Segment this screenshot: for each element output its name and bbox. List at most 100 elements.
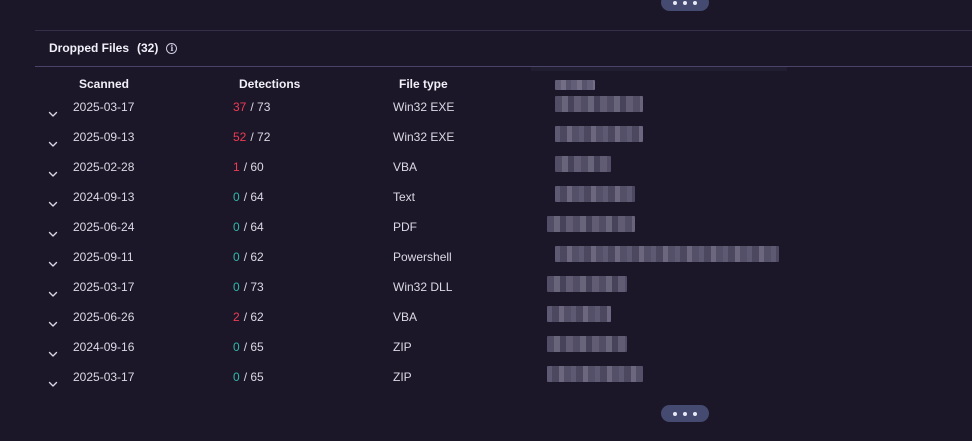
detection-total: / 64 [243,190,264,204]
chevron-down-icon[interactable] [47,228,59,240]
more-dot [673,0,677,5]
detection-total: / 72 [250,130,271,144]
redacted-file-name[interactable] [547,366,643,382]
redacted-file-name[interactable] [555,186,635,202]
table-row[interactable]: 2025-03-17 37/ 73 Win32 EXE [0,96,972,130]
redacted-file-name[interactable] [555,156,611,172]
chevron-down-icon[interactable] [47,348,59,360]
detection-count: 0 [233,370,240,384]
detections-cell: 0/ 64 [233,190,264,204]
more-dot [693,411,697,416]
file-type: ZIP [393,370,412,384]
file-type: Powershell [393,250,452,264]
scanned-date: 2025-03-17 [73,280,135,294]
redacted-file-name[interactable] [555,96,643,112]
section-count: (32) [137,41,159,55]
detection-count: 2 [233,310,240,324]
detections-cell: 0/ 73 [233,280,264,294]
chevron-down-icon[interactable] [47,318,59,330]
redacted-file-name[interactable] [547,306,611,322]
chevron-down-icon[interactable] [47,378,59,390]
scanned-date: 2025-02-28 [73,160,135,174]
detection-count: 0 [233,190,240,204]
table-row[interactable]: 2024-09-16 0/ 65 ZIP [0,336,972,370]
detections-cell: 2/ 62 [233,310,264,324]
more-dot [693,0,697,5]
show-more-button-bottom[interactable] [661,405,709,422]
detection-total: / 73 [243,280,264,294]
detection-total: / 65 [243,370,264,384]
detection-count: 1 [233,160,240,174]
table-row[interactable]: 2025-06-24 0/ 64 PDF [0,216,972,250]
section-header: Dropped Files (32) i [49,38,178,58]
scanned-date: 2025-03-17 [73,100,135,114]
detection-total: / 64 [243,220,264,234]
file-type: ZIP [393,340,412,354]
redacted-band [531,67,787,71]
redacted-file-name[interactable] [555,246,779,262]
show-more-button-top[interactable] [661,0,709,11]
chevron-down-icon[interactable] [47,288,59,300]
header-underline [35,66,972,67]
detection-count: 0 [233,220,240,234]
file-type: VBA [393,160,418,174]
dropped-files-panel: Dropped Files (32) i Scanned Detections … [0,0,972,441]
more-dot [683,0,687,5]
detection-count: 37 [233,100,247,114]
more-dot [673,411,677,416]
column-header-scanned[interactable]: Scanned [79,77,129,91]
table-row[interactable]: 2025-09-13 52/ 72 Win32 EXE [0,126,972,160]
table-row[interactable]: 2025-02-28 1/ 60 VBA [0,156,972,190]
chevron-down-icon[interactable] [47,108,59,120]
scanned-date: 2025-06-24 [73,220,135,234]
chevron-down-icon[interactable] [47,168,59,180]
scanned-date: 2025-03-17 [73,370,135,384]
chevron-down-icon[interactable] [47,198,59,210]
file-type: PDF [393,220,417,234]
redacted-file-name[interactable] [555,126,643,142]
file-type: Win32 EXE [393,100,455,114]
table-row[interactable]: 2025-06-26 2/ 62 VBA [0,306,972,340]
detection-count: 52 [233,130,247,144]
detections-cell: 37/ 73 [233,100,270,114]
detection-count: 0 [233,340,240,354]
info-icon[interactable]: i [166,42,178,54]
detections-cell: 0/ 65 [233,370,264,384]
chevron-down-icon[interactable] [47,258,59,270]
detection-total: / 60 [243,160,264,174]
table-row[interactable]: 2024-09-13 0/ 64 Text [0,186,972,220]
file-type: VBA [393,310,418,324]
detections-cell: 52/ 72 [233,130,270,144]
detection-count: 0 [233,280,240,294]
column-header-file-type[interactable]: File type [399,77,448,91]
detection-total: / 62 [243,250,264,264]
scanned-date: 2025-09-11 [73,250,134,264]
redacted-column-header [555,80,595,90]
scanned-date: 2025-09-13 [73,130,135,144]
section-divider [35,30,972,31]
detections-cell: 1/ 60 [233,160,264,174]
detections-cell: 0/ 64 [233,220,264,234]
column-header-detections[interactable]: Detections [239,77,300,91]
table-row[interactable]: 2025-09-11 0/ 62 Powershell [0,246,972,280]
more-dot [683,411,687,416]
table-row[interactable]: 2025-03-17 0/ 65 ZIP [0,366,972,400]
redacted-file-name[interactable] [547,276,627,292]
scanned-date: 2025-06-26 [73,310,135,324]
scanned-date: 2024-09-13 [73,190,135,204]
detection-total: / 65 [243,340,264,354]
detections-cell: 0/ 65 [233,340,264,354]
file-type: Win32 EXE [393,130,455,144]
table-row[interactable]: 2025-03-17 0/ 73 Win32 DLL [0,276,972,310]
file-type: Text [393,190,416,204]
redacted-file-name[interactable] [547,336,627,352]
detection-total: / 62 [243,310,264,324]
detection-count: 0 [233,250,240,264]
file-type: Win32 DLL [393,280,453,294]
detections-cell: 0/ 62 [233,250,264,264]
detection-total: / 73 [250,100,271,114]
section-title: Dropped Files [49,41,130,55]
redacted-file-name[interactable] [547,216,635,232]
chevron-down-icon[interactable] [47,138,59,150]
scanned-date: 2024-09-16 [73,340,135,354]
